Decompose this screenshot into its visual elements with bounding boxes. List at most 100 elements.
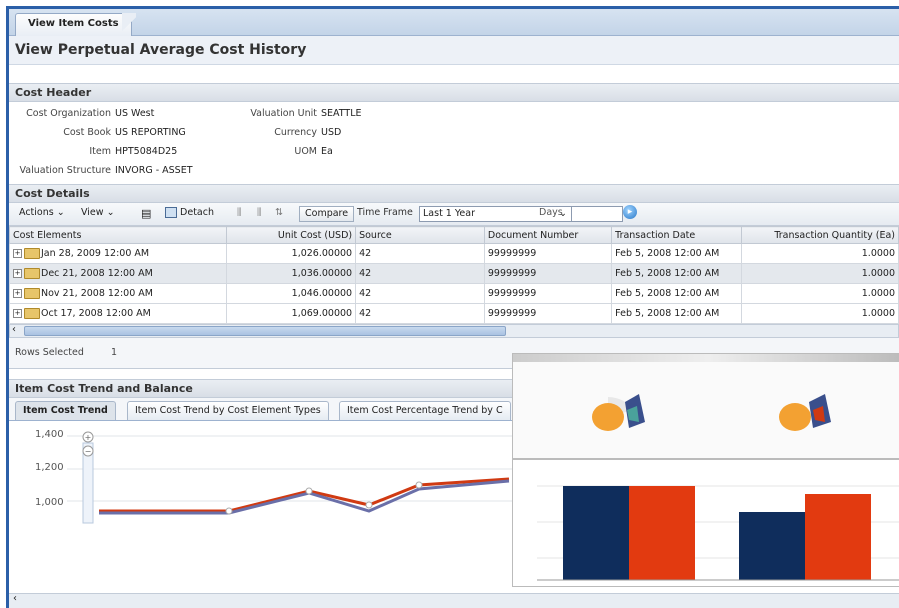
expand-icon[interactable]: + (13, 269, 22, 278)
cell-unit-cost: 1,046.00000 (226, 283, 357, 304)
y-tick-label: 1,200 (35, 462, 64, 473)
tab-strip: View Item Costs (9, 9, 899, 36)
bar-chart (537, 485, 899, 581)
field-label: Currency (274, 127, 317, 138)
folder-icon (24, 268, 40, 279)
wrap-icon[interactable]: ⫼ (257, 207, 261, 218)
cost-details-table-wrap: Cost Elements Unit Cost (USD) Source Doc… (9, 226, 899, 338)
field-label: Item (89, 146, 111, 157)
tab-cost-percentage-trend[interactable]: Item Cost Percentage Trend by C (339, 401, 511, 420)
expand-icon[interactable]: + (13, 289, 22, 298)
field-valuation-structure: Valuation Structure INVORG - ASSET (11, 165, 193, 176)
cell-transaction-quantity: 1.0000 (740, 243, 899, 264)
go-icon[interactable]: ▸ (623, 205, 637, 219)
cell-transaction-date: Feb 5, 2008 12:00 AM (611, 243, 742, 264)
cell-transaction-quantity: 1.0000 (740, 283, 899, 304)
freeze-icon[interactable]: ⫼ (237, 207, 241, 218)
col-document-number[interactable]: Document Number (483, 226, 613, 244)
tab-view-item-costs[interactable]: View Item Costs (15, 13, 132, 36)
cell-cost-element: + Oct 17, 2008 12:00 AM (9, 303, 228, 324)
bar[interactable] (805, 494, 871, 580)
cell-document-number: 99999999 (483, 303, 613, 324)
cell-cost-element: + Jan 28, 2009 12:00 AM (9, 243, 228, 264)
tab-cost-trend-by-element-types[interactable]: Item Cost Trend by Cost Element Types (127, 401, 329, 420)
bar[interactable] (629, 486, 695, 580)
overlay-pie-panel (512, 353, 899, 459)
field-value: US West (115, 108, 155, 119)
export-icon[interactable]: ▤ (141, 207, 151, 220)
actions-menu[interactable]: Actions ⌄ (19, 207, 65, 218)
field-currency: Currency USD (209, 127, 341, 138)
data-point[interactable] (365, 501, 373, 509)
time-frame-label: Time Frame (357, 207, 413, 218)
cell-text: Dec 21, 2008 12:00 AM (41, 268, 153, 279)
field-value: SEATTLE (321, 108, 362, 119)
y-tick-label: 1,000 (35, 497, 64, 508)
cell-source: 42 (355, 283, 485, 304)
view-label: View (81, 207, 104, 218)
cell-text: Nov 21, 2008 12:00 AM (41, 288, 153, 299)
field-cost-book: Cost Book US REPORTING (11, 127, 186, 138)
table-row[interactable]: + Jan 28, 2009 12:00 AM 1,026.00000 42 99… (9, 243, 899, 264)
field-label: Valuation Structure (19, 165, 111, 176)
overlay-header (513, 354, 899, 362)
col-source[interactable]: Source (355, 226, 485, 244)
col-label: Unit Cost (USD) (277, 229, 353, 241)
cell-source: 42 (355, 263, 485, 284)
cost-header-fields: Cost Organization US West Cost Book US REP… (9, 102, 899, 184)
compare-button[interactable]: Compare (299, 206, 355, 222)
col-transaction-date[interactable]: Transaction Date (611, 226, 742, 244)
detach-button[interactable]: Detach (165, 207, 214, 218)
pie-slice (592, 403, 624, 431)
trend-line-purple (99, 479, 510, 515)
tab-corner (122, 13, 136, 35)
field-label: UOM (294, 146, 317, 157)
col-transaction-quantity[interactable]: Transaction Quantity (Ea) (740, 226, 899, 244)
table-row[interactable]: + Dec 21, 2008 12:00 AM 1,036.00000 42 99… (9, 263, 899, 284)
bar[interactable] (563, 486, 629, 580)
folder-icon (24, 308, 40, 319)
table-header-row: Cost Elements Unit Cost (USD) Source Doc… (9, 226, 899, 244)
cell-document-number: 99999999 (483, 243, 613, 264)
cost-details-toolbar: Actions ⌄ View ⌄ ▤ Detach ⫼ ⫼ ⇅ Compare … (9, 203, 899, 226)
detach-label: Detach (180, 207, 214, 218)
cell-unit-cost: 1,036.00000 (226, 263, 357, 284)
overlay-bar-panel (512, 459, 899, 587)
data-point[interactable] (225, 507, 233, 515)
view-menu[interactable]: View ⌄ (81, 207, 115, 218)
y-tick-label: 1,400 (35, 429, 64, 440)
cell-transaction-date: Feb 5, 2008 12:00 AM (611, 303, 742, 324)
tab-item-cost-trend[interactable]: Item Cost Trend (15, 401, 116, 420)
cell-source: 42 (355, 243, 485, 264)
scroll-left-icon[interactable]: ‹ (12, 324, 16, 335)
cell-transaction-quantity: 1.0000 (740, 303, 899, 324)
bottom-scrollbar[interactable]: ‹ (9, 593, 899, 608)
field-item: Item HPT5084D25 (11, 146, 177, 157)
chevron-down-icon: ⌄ (56, 207, 65, 218)
col-unit-cost[interactable]: Unit Cost (USD) (226, 226, 357, 244)
field-value: Ea (321, 146, 333, 157)
bar[interactable] (739, 512, 805, 580)
field-uom: UOM Ea (209, 146, 333, 157)
col-cost-elements[interactable]: Cost Elements (9, 226, 228, 244)
page-title: View Perpetual Average Cost History (9, 36, 899, 65)
field-value: USD (321, 127, 342, 138)
expand-icon[interactable]: + (13, 249, 22, 258)
table-row[interactable]: + Nov 21, 2008 12:00 AM 1,046.00000 42 99… (9, 283, 899, 304)
data-point[interactable] (305, 487, 313, 495)
table-row[interactable]: + Oct 17, 2008 12:00 AM 1,069.00000 42 99… (9, 303, 899, 324)
table-horizontal-scrollbar[interactable]: ‹ (9, 324, 899, 338)
days-input[interactable] (571, 206, 623, 222)
scroll-thumb[interactable] (24, 326, 506, 336)
cell-cost-element: + Nov 21, 2008 12:00 AM (9, 283, 228, 304)
cell-transaction-quantity: 1.0000 (740, 263, 899, 284)
folder-icon (24, 288, 40, 299)
cost-header-title: Cost Header (9, 83, 899, 102)
expand-icon[interactable]: + (13, 309, 22, 318)
reorder-icon[interactable]: ⇅ (275, 207, 283, 218)
pie-slice (779, 403, 811, 431)
scroll-left-icon[interactable]: ‹ (13, 593, 17, 604)
field-value: HPT5084D25 (115, 146, 178, 157)
field-label: Cost Organization (26, 108, 111, 119)
data-point[interactable] (415, 481, 423, 489)
